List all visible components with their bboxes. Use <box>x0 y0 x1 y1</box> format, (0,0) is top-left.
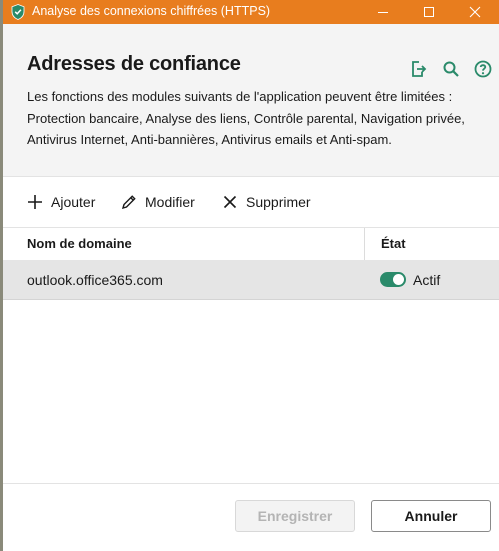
table-row[interactable]: outlook.office365.com Actif <box>3 260 499 300</box>
minimize-button[interactable] <box>361 0 405 24</box>
add-label: Ajouter <box>51 194 96 210</box>
maximize-icon <box>424 7 434 17</box>
minimize-icon <box>378 12 388 13</box>
cancel-button[interactable]: Annuler <box>371 500 491 532</box>
window-title: Analyse des connexions chiffrées (HTTPS) <box>32 4 271 18</box>
toolbar: Ajouter Modifier Supprimer <box>3 176 499 228</box>
export-icon[interactable] <box>409 60 427 78</box>
column-header-state[interactable]: État <box>381 236 406 251</box>
column-header-domain[interactable]: Nom de domaine <box>27 236 132 251</box>
title-bar[interactable]: Analyse des connexions chiffrées (HTTPS) <box>3 0 499 24</box>
pencil-icon <box>121 195 136 210</box>
state-toggle[interactable] <box>380 272 406 287</box>
delete-button[interactable]: Supprimer <box>222 192 311 212</box>
close-icon <box>469 6 481 18</box>
help-icon[interactable] <box>474 60 492 78</box>
column-divider[interactable] <box>364 228 365 260</box>
search-icon[interactable] <box>442 60 460 78</box>
page-title: Adresses de confiance <box>27 53 241 75</box>
table-header: Nom de domaine État <box>3 228 499 260</box>
maximize-button[interactable] <box>407 0 451 24</box>
plus-icon <box>28 195 42 209</box>
delete-label: Supprimer <box>246 194 311 210</box>
domain-cell: outlook.office365.com <box>27 272 163 288</box>
footer: Enregistrer Annuler <box>3 483 499 551</box>
toggle-knob <box>393 274 404 285</box>
description-text: Les fonctions des modules suivants de l'… <box>27 89 465 147</box>
close-x-icon <box>223 195 237 209</box>
edit-button[interactable]: Modifier <box>121 192 195 212</box>
edit-label: Modifier <box>145 194 195 210</box>
shield-icon <box>11 4 25 20</box>
close-button[interactable] <box>453 0 497 24</box>
state-label: Actif <box>413 272 441 288</box>
save-button[interactable]: Enregistrer <box>235 500 355 532</box>
header-panel: Adresses de confiance Les fonctions des … <box>3 24 499 177</box>
add-button[interactable]: Ajouter <box>27 192 95 212</box>
dialog-window: Analyse des connexions chiffrées (HTTPS)… <box>3 0 499 551</box>
